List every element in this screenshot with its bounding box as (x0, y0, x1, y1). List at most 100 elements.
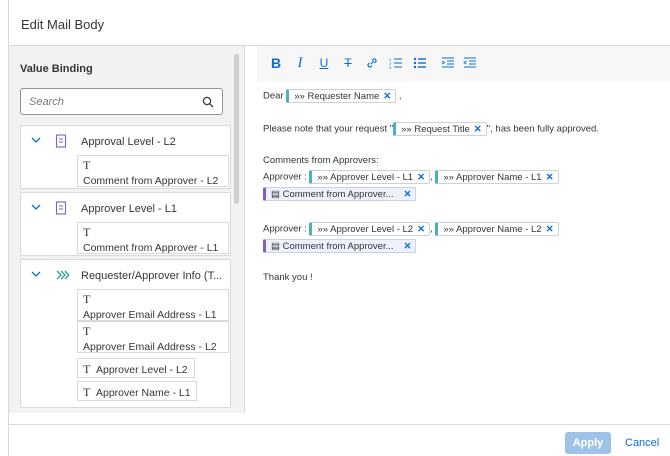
tree-group-label: Approval Level - L2 (81, 136, 176, 148)
approver-l2-line: Approver : »» Approver Level - L2 ✕, »» A… (263, 222, 559, 236)
chevrons-icon: »» (401, 124, 412, 135)
token-label: Request Title (414, 124, 470, 135)
tree-leaf-approver-level-l2[interactable]: T Approver Level - L2 (77, 358, 195, 378)
link-icon[interactable] (365, 56, 379, 70)
remove-token-icon[interactable]: ✕ (417, 172, 425, 183)
tree-leaf-comment-l1[interactable]: T Comment from Approver - L1 (77, 222, 229, 254)
underline-icon[interactable]: U (317, 56, 331, 70)
tree-leaf-label: Approver Email Address - L1 (83, 309, 217, 321)
indent-icon[interactable] (441, 56, 455, 70)
document-icon: ▤ (271, 189, 280, 200)
document-icon (55, 201, 67, 215)
token-label: Comment from Approver... (282, 189, 394, 200)
greeting-text: Dear (263, 90, 284, 102)
text-type-icon: T (83, 225, 91, 239)
chevrons-icon: »» (317, 172, 329, 183)
chevrons-right-icon (56, 270, 69, 280)
text-type-icon: T (83, 158, 91, 172)
token-approver-level-l2[interactable]: »» Approver Level - L2 ✕ (309, 222, 431, 236)
svg-text:3: 3 (389, 65, 392, 70)
token-approver-name-l1[interactable]: »» Approver Name - L1 ✕ (435, 170, 559, 184)
token-approver-name-l2[interactable]: »» Approver Name - L2 ✕ (435, 222, 559, 236)
token-comment-l2[interactable]: ▤ Comment from Approver... ✕ (263, 239, 417, 253)
comment-l2-line: ▤ Comment from Approver... ✕ (263, 239, 417, 253)
tree-group-approval-level-l2[interactable]: Approval Level - L2 T Comment from Appro… (20, 125, 231, 189)
tree-leaf-approver-email-l1[interactable]: T Approver Email Address - L1 (77, 289, 229, 321)
chevrons-icon: »» (317, 224, 329, 235)
tree-group-label: Requester/Approver Info (T... (81, 270, 223, 282)
approval-note-line: Please note that your request "»» Reques… (263, 122, 599, 136)
tree-leaf-label: Approver Level - L2 (96, 364, 188, 376)
search-icon[interactable] (202, 96, 214, 108)
remove-token-icon[interactable]: ✕ (546, 172, 554, 183)
tree-leaf-comment-l2[interactable]: T Comment from Approver - L2 (77, 155, 229, 187)
token-label: Approver Level - L2 (330, 224, 414, 235)
outdent-icon[interactable] (463, 56, 477, 70)
chevrons-icon: »» (443, 224, 454, 235)
remove-token-icon[interactable]: ✕ (404, 189, 412, 200)
token-comment-l1[interactable]: ▤ Comment from Approver... ✕ (263, 187, 417, 201)
greeting-line: Dear »» Requester Name ✕ , (263, 89, 402, 103)
token-request-title[interactable]: »» Request Title ✕ (393, 122, 487, 136)
dialog-title: Edit Mail Body (21, 17, 105, 32)
tree-leaf-label: Comment from Approver - L2 (83, 175, 219, 187)
comments-heading: Comments from Approvers: (263, 155, 379, 166)
tree-leaf-approver-email-l2[interactable]: T Approver Email Address - L2 (77, 321, 229, 353)
text-type-icon: T (83, 385, 91, 399)
cancel-button[interactable]: Cancel (625, 437, 659, 449)
tree-group-requester-approver-info[interactable]: Requester/Approver Info (T... T Approver… (20, 259, 231, 408)
chevrons-icon: »» (443, 172, 454, 183)
bold-icon[interactable]: B (269, 56, 283, 70)
token-label: Approver Level - L1 (330, 172, 414, 183)
tree-group-header[interactable]: Requester/Approver Info (T... (21, 260, 230, 290)
apply-button[interactable]: Apply (565, 432, 611, 454)
tree-group-label: Approver Level - L1 (81, 203, 177, 215)
note-suffix-text: ", has been fully approved. (486, 123, 599, 135)
rich-text-toolbar: B I U T 123 (257, 46, 670, 82)
token-approver-level-l1[interactable]: »» Approver Level - L1 ✕ (309, 170, 431, 184)
strikethrough-icon[interactable]: T (341, 56, 355, 70)
dialog-header: Edit Mail Body (9, 0, 670, 46)
search-input[interactable]: Search (20, 88, 223, 115)
tree-group-header[interactable]: Approver Level - L1 (21, 193, 230, 223)
chevron-down-icon[interactable] (31, 270, 41, 278)
numbered-list-icon[interactable]: 123 (389, 56, 403, 70)
remove-token-icon[interactable]: ✕ (404, 241, 412, 252)
comma-text: , (430, 223, 433, 235)
tree-group-approver-level-l1[interactable]: Approver Level - L1 T Comment from Appro… (20, 192, 231, 256)
remove-token-icon[interactable]: ✕ (474, 124, 482, 135)
bulleted-list-icon[interactable] (413, 56, 427, 70)
token-label: Requester Name (307, 91, 380, 102)
token-label: Approver Name - L2 (456, 224, 542, 235)
tree-scrollbar[interactable] (234, 54, 239, 204)
text-type-icon: T (83, 324, 91, 338)
chevron-down-icon[interactable] (31, 203, 41, 211)
document-icon: ▤ (271, 241, 280, 252)
comma-text: , (398, 90, 402, 102)
remove-token-icon[interactable]: ✕ (417, 224, 425, 235)
remove-token-icon[interactable]: ✕ (546, 224, 554, 235)
token-label: Comment from Approver... (282, 241, 394, 252)
approver-prefix: Approver : (263, 223, 307, 235)
value-binding-panel: Value Binding Search Approval Level - L2… (9, 46, 245, 413)
tree-group-header[interactable]: Approval Level - L2 (21, 126, 230, 156)
italic-icon[interactable]: I (293, 56, 307, 71)
approver-l1-line: Approver : »» Approver Level - L1 ✕, »» A… (263, 170, 559, 184)
value-binding-title: Value Binding (20, 63, 93, 75)
search-placeholder: Search (29, 96, 64, 108)
thanks-line: Thank you ! (263, 272, 313, 283)
edit-mail-body-dialog: Edit Mail Body Value Binding Search Appr… (8, 0, 670, 456)
tree-leaf-approver-name-l1[interactable]: T Approver Name - L1 (77, 381, 197, 401)
chevron-down-icon[interactable] (31, 136, 41, 144)
remove-token-icon[interactable]: ✕ (383, 91, 391, 102)
token-requester-name[interactable]: »» Requester Name ✕ (286, 89, 397, 103)
text-type-icon: T (83, 362, 91, 376)
token-label: Approver Name - L1 (456, 172, 542, 183)
tree-leaf-label: Comment from Approver - L1 (83, 242, 219, 254)
text-type-icon: T (83, 292, 91, 306)
chevrons-icon: »» (294, 91, 305, 102)
document-icon (55, 134, 67, 148)
comma-text: , (430, 171, 433, 183)
mail-body-editor[interactable]: Dear »» Requester Name ✕ , Please note th… (257, 82, 670, 413)
comment-l1-line: ▤ Comment from Approver... ✕ (263, 187, 417, 201)
